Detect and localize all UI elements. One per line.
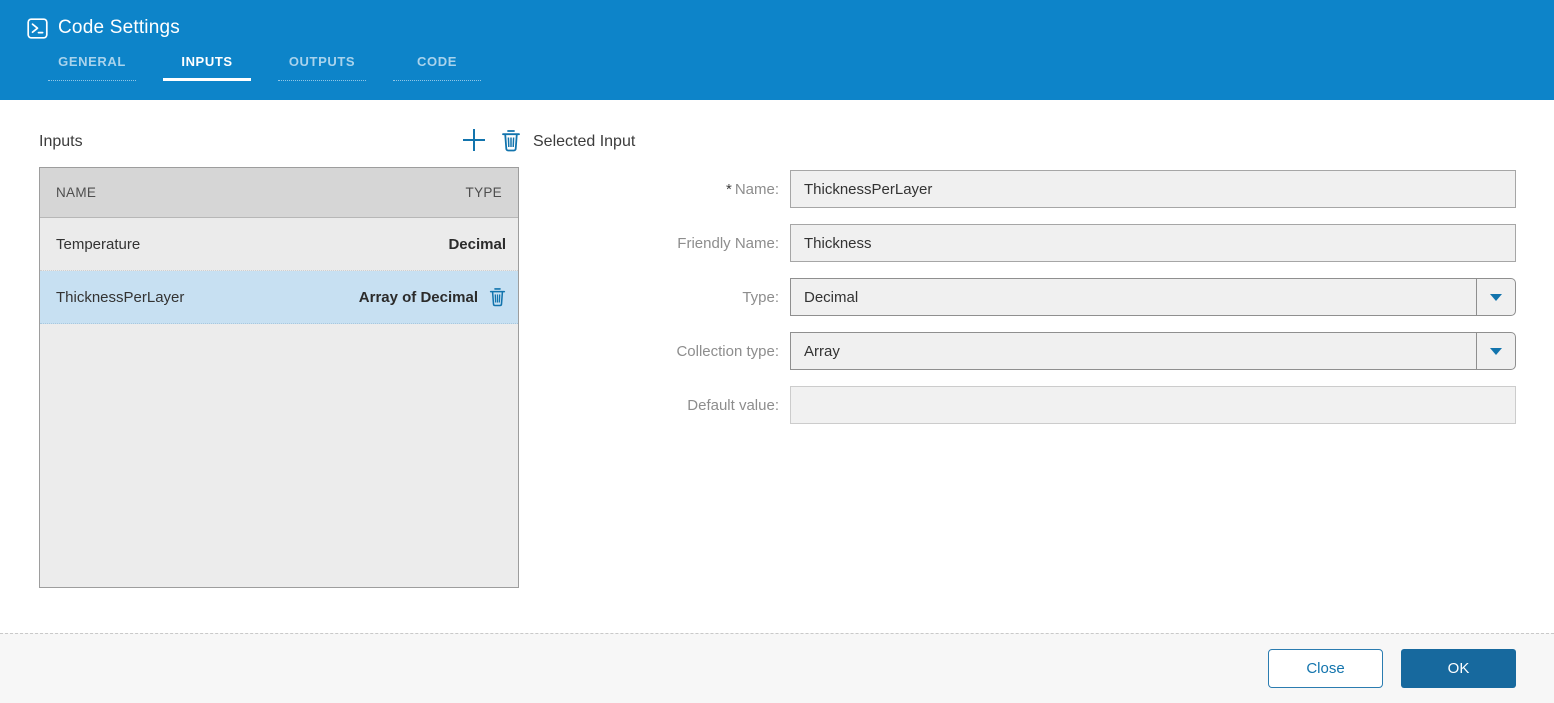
collection-type-dropdown[interactable]: Array: [790, 332, 1516, 370]
row-type: Decimal: [448, 235, 506, 253]
form-row-collection-type: Collection type: Array: [659, 332, 1516, 370]
terminal-icon: [27, 17, 48, 39]
required-marker: *: [725, 180, 732, 198]
inputs-list: NAME TYPE Temperature Decimal ThicknessP…: [39, 167, 519, 588]
selected-input-title: Selected Input: [533, 133, 636, 150]
tab-bar: GENERAL INPUTS OUTPUTS CODE: [48, 54, 1554, 81]
column-header-type: TYPE: [465, 185, 502, 200]
close-button[interactable]: Close: [1268, 649, 1383, 688]
friendly-name-field[interactable]: Thickness: [790, 224, 1516, 262]
tab-inputs[interactable]: INPUTS: [163, 54, 251, 81]
table-row-thicknessperlayer[interactable]: ThicknessPerLayer Array of Decimal: [40, 271, 518, 324]
chevron-down-icon: [1490, 293, 1502, 301]
tab-code[interactable]: CODE: [393, 54, 481, 81]
default-value-label: Default value:: [687, 396, 779, 414]
page-title: Code Settings: [58, 17, 180, 38]
ok-button[interactable]: OK: [1401, 649, 1516, 688]
type-label: Type:: [742, 288, 779, 306]
dialog-title-row: Code Settings: [0, 0, 1554, 39]
row-delete-button[interactable]: [489, 287, 506, 307]
row-type: Array of Decimal: [358, 288, 478, 306]
collection-type-label: Collection type:: [676, 342, 779, 360]
row-name: ThicknessPerLayer: [56, 288, 185, 306]
dialog-header: Code Settings GENERAL INPUTS OUTPUTS COD…: [0, 0, 1554, 100]
type-dropdown-button[interactable]: [1476, 279, 1515, 315]
trash-icon: [489, 288, 506, 307]
plus-icon: [463, 129, 485, 151]
collection-type-dropdown-button[interactable]: [1476, 333, 1515, 369]
form-row-friendly-name: Friendly Name: Thickness: [659, 224, 1516, 262]
collection-type-dropdown-value: Array: [804, 342, 840, 360]
form-row-type: Type: Decimal: [659, 278, 1516, 316]
friendly-name-label: Friendly Name:: [677, 234, 779, 252]
default-value-field: [790, 386, 1516, 424]
form-row-name: * Name: ThicknessPerLayer: [659, 170, 1516, 208]
delete-input-button[interactable]: [501, 129, 521, 152]
chevron-down-icon: [1490, 347, 1502, 355]
tab-general[interactable]: GENERAL: [48, 54, 136, 81]
column-header-name: NAME: [56, 185, 97, 200]
row-name: Temperature: [56, 235, 141, 253]
trash-icon: [502, 130, 520, 152]
selected-input-form: * Name: ThicknessPerLayer Friendly Name: …: [659, 170, 1516, 440]
inputs-list-header: NAME TYPE: [40, 168, 518, 218]
type-dropdown[interactable]: Decimal: [790, 278, 1516, 316]
form-row-default-value: Default value:: [659, 386, 1516, 424]
name-field[interactable]: ThicknessPerLayer: [790, 170, 1516, 208]
tab-outputs[interactable]: OUTPUTS: [278, 54, 366, 81]
dialog-footer: Close OK: [0, 633, 1554, 703]
name-label: * Name:: [725, 180, 779, 198]
type-dropdown-value: Decimal: [804, 288, 859, 306]
table-row-temperature[interactable]: Temperature Decimal: [40, 218, 518, 271]
add-input-button[interactable]: [461, 127, 487, 153]
inputs-panel-title: Inputs: [39, 133, 83, 150]
